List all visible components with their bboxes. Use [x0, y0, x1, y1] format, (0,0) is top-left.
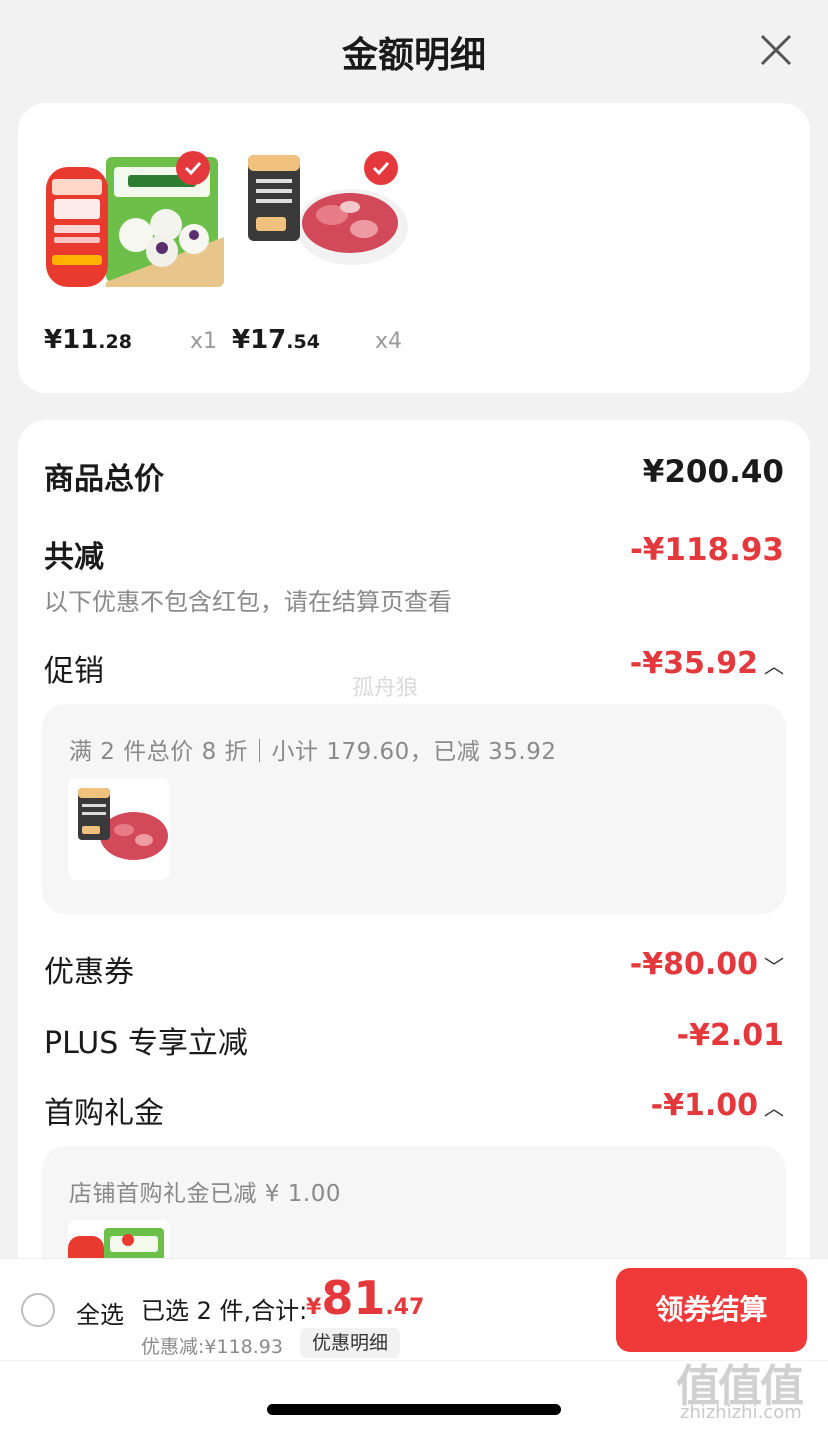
goods-total-label: 商品总价	[44, 462, 164, 497]
chevron-down-icon[interactable]: ﹀	[764, 951, 784, 980]
watermark-center: 孤舟狼	[352, 676, 419, 701]
checkout-bar: 全选 已选 2 件,合计: ¥81.47 优惠减:¥118.93 优惠明细 领券…	[0, 1258, 828, 1360]
first-purchase-detail-text: 店铺首购礼金已减 ¥ 1.00	[69, 1181, 341, 1207]
checkout-button[interactable]: 领券结算	[616, 1268, 807, 1352]
watermark-site: zhizhizhi.com	[680, 1402, 802, 1423]
total-dec: .47	[385, 1295, 425, 1320]
plus-discount-value: -¥2.01	[676, 1018, 784, 1053]
promotion-product-thumb	[68, 778, 170, 880]
discount-note: 以下优惠不包含红包，请在结算页查看	[44, 588, 452, 616]
watermark-brand: 值值值 zhizhizhi.com	[676, 1350, 824, 1430]
promotion-label: 促销	[44, 654, 104, 689]
coupon-amount: -¥80.00	[629, 947, 758, 982]
product-2-price-int: ¥17	[232, 325, 287, 355]
selected-count-text: 已选 2 件,合计:	[141, 1297, 308, 1325]
product-1-checked-icon[interactable]	[176, 151, 210, 185]
promotion-value: -¥35.92 ︿	[630, 646, 784, 681]
product-1-qty: x1	[190, 329, 218, 354]
product-list-card: ¥11.28 x1 ¥17.54 x4	[18, 103, 810, 393]
sheet-header: 金额明细	[0, 0, 828, 100]
price-breakdown-card: 商品总价 ¥200.40 共减 -¥118.93 以下优惠不包含红包，请在结算页…	[18, 420, 810, 1320]
home-indicator[interactable]	[267, 1404, 561, 1415]
plus-discount-label: PLUS 专享立减	[44, 1026, 248, 1061]
promotion-amount: -¥35.92	[629, 646, 758, 681]
total-currency: ¥	[306, 1295, 322, 1320]
goods-total-value: ¥200.40	[642, 454, 784, 490]
total-int: 81	[321, 1271, 386, 1325]
first-purchase-amount: -¥1.00	[650, 1088, 758, 1123]
promotion-detail-text: 满 2 件总价 8 折｜小计 179.60，已减 35.92	[69, 739, 557, 765]
product-1-price: ¥11.28	[44, 325, 132, 355]
close-icon[interactable]	[756, 30, 796, 70]
chevron-up-icon[interactable]: ︿	[764, 1092, 784, 1121]
product-item-1[interactable]	[44, 147, 224, 287]
coupon-label: 优惠券	[44, 955, 134, 990]
first-purchase-label: 首购礼金	[44, 1096, 164, 1131]
total-price: ¥81.47	[306, 1271, 424, 1325]
amount-detail-sheet: 金额明细 ¥11.28 x1 ¥17.54 x4 商品总价 ¥200.40 共减…	[0, 0, 828, 1432]
total-reduce-label: 共减	[44, 540, 104, 575]
select-all-label[interactable]: 全选	[76, 1295, 124, 1330]
product-1-price-int: ¥11	[44, 325, 99, 355]
sheet-title: 金额明细	[341, 35, 486, 76]
promotion-detail-panel: 满 2 件总价 8 折｜小计 179.60，已减 35.92	[42, 704, 786, 914]
select-all-radio[interactable]	[21, 1293, 55, 1327]
product-2-checked-icon[interactable]	[364, 151, 398, 185]
first-purchase-value: -¥1.00 ︿	[651, 1088, 784, 1123]
chevron-up-icon[interactable]: ︿	[764, 650, 784, 679]
product-1-price-dec: .28	[98, 331, 132, 353]
total-reduce-value: -¥118.93	[629, 532, 784, 568]
discount-detail-button[interactable]: 优惠明细	[300, 1328, 401, 1358]
product-item-2[interactable]	[232, 147, 412, 287]
product-2-price: ¥17.54	[232, 325, 320, 355]
coupon-value: -¥80.00 ﹀	[630, 947, 784, 982]
discount-summary: 优惠减:¥118.93	[141, 1336, 283, 1358]
product-2-price-dec: .54	[286, 331, 320, 353]
product-2-qty: x4	[375, 329, 403, 354]
